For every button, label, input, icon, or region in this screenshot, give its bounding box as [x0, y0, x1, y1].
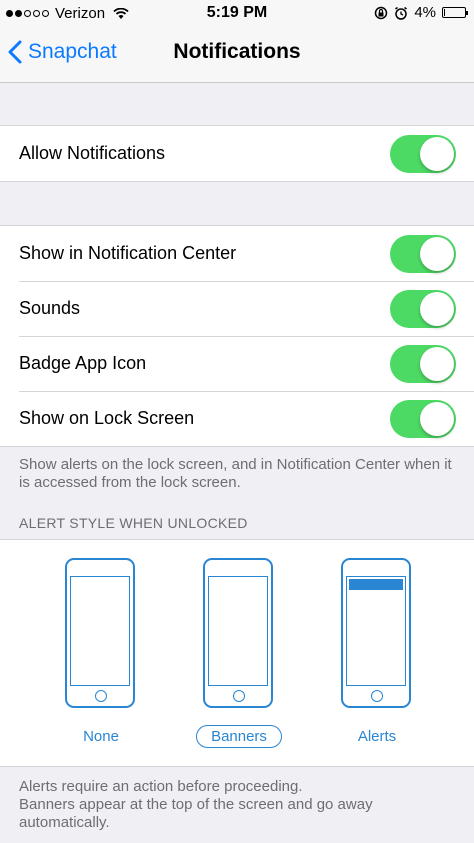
status-bar: Verizon 5:19 PM 4%: [0, 0, 474, 26]
badge-app-icon-label: Badge App Icon: [19, 353, 147, 373]
alert-style-label: Banners: [189, 725, 289, 748]
alert-style-label: None: [51, 728, 151, 745]
status-right: 4%: [374, 4, 468, 21]
alert-style-picker: None Banners Alerts: [0, 539, 474, 767]
show-in-notification-center-toggle[interactable]: [390, 235, 456, 273]
alerts-description: Alerts require an action before proceedi…: [19, 778, 303, 795]
show-on-lock-screen-toggle[interactable]: [390, 400, 456, 438]
rotation-lock-icon: [375, 6, 388, 19]
allow-notifications-label: Allow Notifications: [19, 143, 166, 163]
show-on-lock-screen-label: Show on Lock Screen: [19, 408, 195, 428]
battery-icon: [442, 7, 468, 18]
alert-banner-bar: [349, 579, 403, 590]
battery-fill: [444, 9, 445, 16]
navigation-bar: Snapchat Notifications: [0, 26, 474, 83]
phone-home-button: [371, 690, 383, 702]
toggle-knob: [420, 237, 454, 271]
allow-notifications-toggle[interactable]: [390, 135, 456, 173]
allow-notifications-row: Allow Notifications: [0, 126, 474, 181]
badge-app-icon-toggle[interactable]: [390, 345, 456, 383]
phone-alerts-icon: [341, 558, 411, 708]
show-in-notification-center-label: Show in Notification Center: [19, 243, 237, 263]
phone-screen: [208, 576, 268, 686]
alert-style-alerts-label: Alerts: [357, 728, 397, 745]
toggle-knob: [420, 137, 454, 171]
settings-row: Sounds: [0, 281, 474, 336]
phone-none-icon: [65, 558, 135, 708]
phone-banners-icon: [203, 558, 273, 708]
allow-notifications-group: Allow Notifications: [0, 125, 474, 182]
alert-style-footnote: Alerts require an action before proceedi…: [19, 778, 459, 832]
settings-row: Show in Notification Center: [0, 226, 474, 281]
alarm-icon: [395, 6, 408, 20]
alert-style-none-label: None: [83, 728, 119, 745]
settings-row: Show on Lock Screen: [0, 391, 474, 446]
lock-screen-footnote: Show alerts on the lock screen, and in N…: [19, 456, 452, 491]
phone-home-button: [95, 690, 107, 702]
alert-style-banners-label: Banners: [196, 725, 282, 748]
battery-percent: 4%: [414, 4, 436, 21]
settings-row: Badge App Icon: [0, 336, 474, 391]
sounds-label: Sounds: [19, 298, 81, 318]
notification-settings-group: Show in Notification Center Sounds Badge…: [0, 225, 474, 447]
toggle-knob: [420, 292, 454, 326]
banners-description: Banners appear at the top of the screen …: [19, 796, 373, 831]
phone-screen: [346, 576, 406, 686]
phone-screen: [70, 576, 130, 686]
toggle-knob: [420, 347, 454, 381]
phone-home-button: [233, 690, 245, 702]
sounds-toggle[interactable]: [390, 290, 456, 328]
toggle-knob: [420, 402, 454, 436]
alert-style-label: Alerts: [327, 728, 427, 745]
alert-style-section-header: ALERT STYLE WHEN UNLOCKED: [19, 515, 248, 531]
page-title: Notifications: [173, 40, 301, 63]
